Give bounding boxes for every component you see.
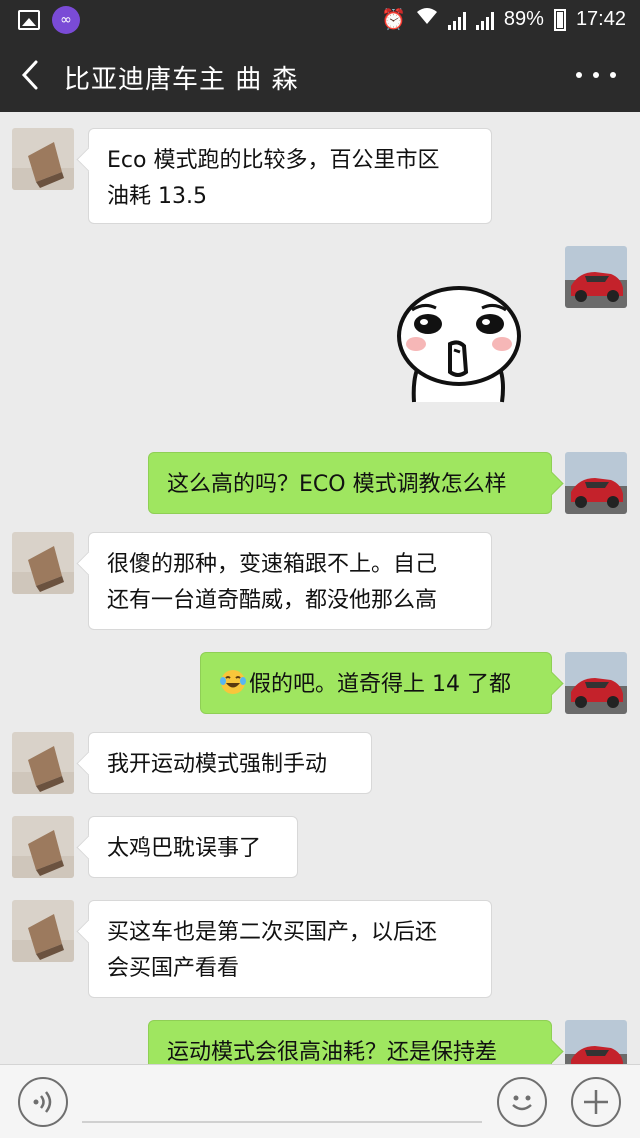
message-bubble-incoming[interactable]: 我开运动模式强制手动 <box>88 732 372 794</box>
more-button[interactable] <box>576 60 616 90</box>
message-text: 我开运动模式强制手动 <box>107 752 328 777</box>
status-bar: ∞ ⏰ 89% 17:42 <box>0 0 640 38</box>
contact-avatar[interactable] <box>12 128 74 190</box>
wifi-icon <box>416 6 438 33</box>
my-avatar[interactable] <box>565 452 627 514</box>
message-bubble-incoming[interactable]: 太鸡巴耽误事了 <box>88 816 298 878</box>
message-text: 这么高的吗？ECO 模式调教怎么样 <box>167 472 507 497</box>
message-bubble-outgoing[interactable]: 假的吧。道奇得上 14 了都 <box>200 652 552 714</box>
clock-time: 17:42 <box>575 8 626 30</box>
plus-icon <box>584 1090 608 1114</box>
more-functions-button[interactable] <box>571 1077 621 1127</box>
chat-title-bar: 比亚迪唐车主 曲 森 <box>0 38 640 112</box>
battery-icon <box>553 8 566 31</box>
voice-icon <box>33 1091 52 1113</box>
contact-avatar[interactable] <box>12 732 74 794</box>
alarm-icon: ⏰ <box>381 8 406 31</box>
gallery-icon <box>18 10 40 30</box>
contact-avatar[interactable] <box>12 816 74 878</box>
emoji-face-icon <box>512 1095 532 1111</box>
voice-button[interactable] <box>18 1077 68 1127</box>
message-list[interactable]: Eco 模式跑的比较多，百公里市区 油耗 13.5 这么高的吗？ECO 模式调教怎… <box>0 112 640 1064</box>
app-infinity-icon: ∞ <box>52 6 80 34</box>
message-input[interactable] <box>82 1089 482 1123</box>
contact-avatar[interactable] <box>12 532 74 594</box>
message-bubble-incoming[interactable]: 很傻的那种，变速箱跟不上。自己 还有一台道奇酷威，都没他那么高 <box>88 532 492 630</box>
signal-icon <box>447 10 466 30</box>
message-bubble-incoming[interactable]: Eco 模式跑的比较多，百公里市区 油耗 13.5 <box>88 128 492 224</box>
message-bubble-incoming[interactable]: 买这车也是第二次买国产，以后还 会买国产看看 <box>88 900 492 998</box>
chat-title: 比亚迪唐车主 曲 森 <box>64 65 299 95</box>
more-dots-icon <box>576 72 582 78</box>
message-text: 买这车也是第二次买国产，以后还 会买国产看看 <box>107 920 438 981</box>
battery-percent: 89% <box>503 8 544 30</box>
signal-icon <box>475 10 494 30</box>
my-avatar[interactable] <box>565 246 627 308</box>
message-text: 很傻的那种，变速箱跟不上。自己 还有一台道奇酷威，都没他那么高 <box>107 552 438 613</box>
message-text: 太鸡巴耽误事了 <box>107 836 262 861</box>
message-bubble-outgoing[interactable]: 这么高的吗？ECO 模式调教怎么样 <box>148 452 552 514</box>
contact-avatar[interactable] <box>12 900 74 962</box>
laughing-tears-emoji <box>220 670 246 694</box>
my-avatar[interactable] <box>565 1020 627 1064</box>
emoji-button[interactable] <box>497 1077 547 1127</box>
my-avatar[interactable] <box>565 652 627 714</box>
message-bubble-outgoing[interactable]: 运动模式会很高油耗？还是保持差 <box>148 1020 552 1064</box>
back-button[interactable] <box>14 58 48 92</box>
chat-input-bar <box>0 1064 640 1138</box>
message-text: 假的吧。道奇得上 14 了都 <box>219 670 511 697</box>
message-text: Eco 模式跑的比较多，百公里市区 油耗 13.5 <box>107 148 440 209</box>
chevron-left-icon <box>21 60 38 90</box>
message-text: 运动模式会很高油耗？还是保持差 <box>167 1040 498 1064</box>
shy-face-sticker[interactable] <box>394 280 524 412</box>
